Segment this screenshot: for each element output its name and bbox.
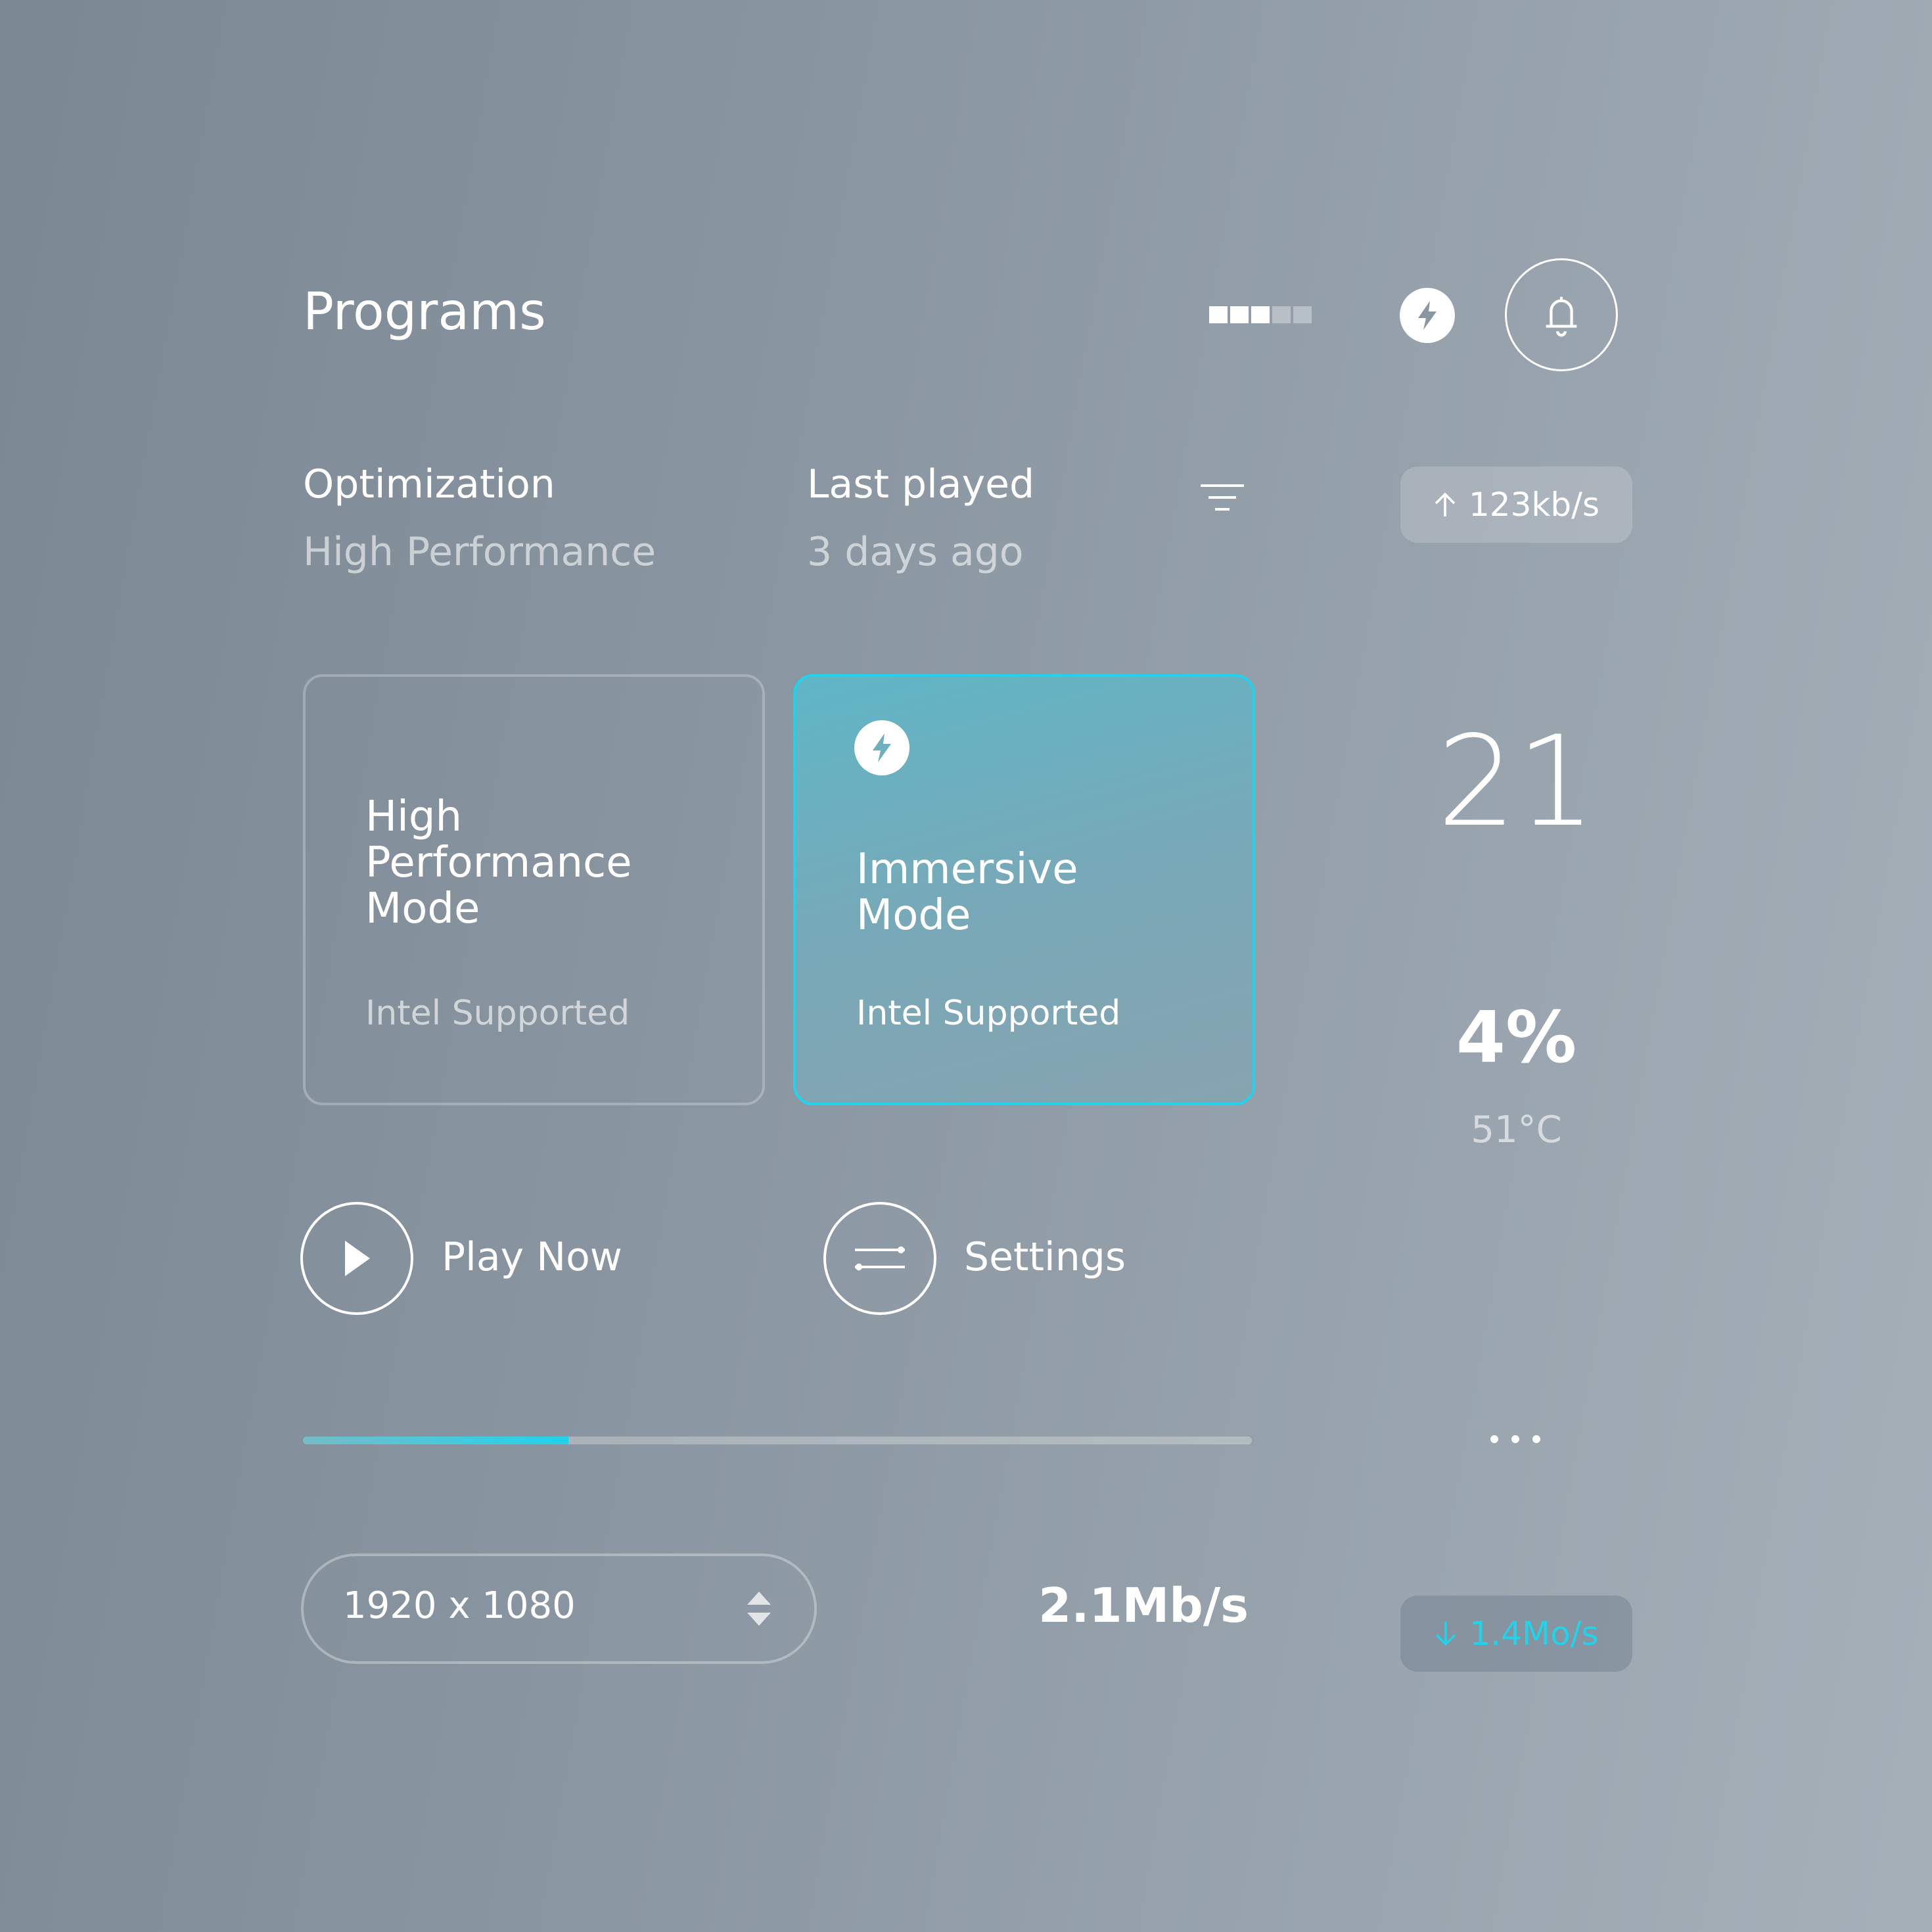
play-now-label[interactable]: Play Now (442, 1231, 622, 1283)
play-now-button[interactable] (300, 1202, 413, 1315)
page-title: Programs (303, 283, 546, 342)
signal-bar (1230, 306, 1249, 323)
bolt-icon (1418, 301, 1437, 330)
signal-bar (1209, 306, 1228, 323)
optimization-label: Optimization (303, 461, 555, 507)
mode-card-title: High Performance Mode (365, 793, 632, 933)
mode-card-subtitle: Intel Supported (856, 994, 1121, 1033)
signal-strength-icon (1209, 306, 1312, 323)
bolt-icon (873, 733, 891, 762)
power-button[interactable] (1400, 288, 1455, 343)
notifications-button[interactable] (1505, 258, 1618, 371)
download-speed-badge: 1.4Mo/s (1400, 1596, 1632, 1672)
temperature-value: 51°C (1471, 1109, 1562, 1151)
progress-fill (303, 1437, 569, 1444)
upload-speed-value: 123kb/s (1468, 486, 1600, 524)
arrow-up-icon (1435, 492, 1456, 517)
mode-card-subtitle: Intel Supported (365, 994, 630, 1033)
signal-bar (1293, 306, 1312, 323)
upload-speed-badge: 123kb/s (1400, 467, 1632, 543)
mode-card-title: Immersive Mode (856, 845, 1078, 940)
optimization-value: High Performance (303, 529, 656, 575)
select-arrows-icon[interactable] (745, 1590, 773, 1627)
sliders-icon (855, 1246, 905, 1271)
usage-percent: 4% (1456, 997, 1577, 1079)
last-played-value: 3 days ago (807, 529, 1024, 575)
settings-label[interactable]: Settings (964, 1231, 1126, 1283)
arrow-down-icon (1436, 1622, 1456, 1646)
progress-bar (303, 1437, 1252, 1444)
more-icon[interactable] (1466, 1426, 1565, 1452)
signal-bar (1272, 306, 1291, 323)
signal-bar (1251, 306, 1270, 323)
settings-button[interactable] (823, 1202, 936, 1315)
play-icon (345, 1241, 370, 1276)
mode-badge (854, 720, 909, 775)
resolution-value: 1920 x 1080 (343, 1584, 576, 1627)
last-played-label: Last played (807, 461, 1035, 507)
download-speed-value: 1.4Mo/s (1469, 1615, 1599, 1653)
filter-icon[interactable] (1199, 482, 1245, 515)
count-value: 21 (1437, 709, 1596, 854)
bell-icon (1546, 296, 1577, 337)
bandwidth-value: 2.1Mb/s (1038, 1578, 1249, 1633)
